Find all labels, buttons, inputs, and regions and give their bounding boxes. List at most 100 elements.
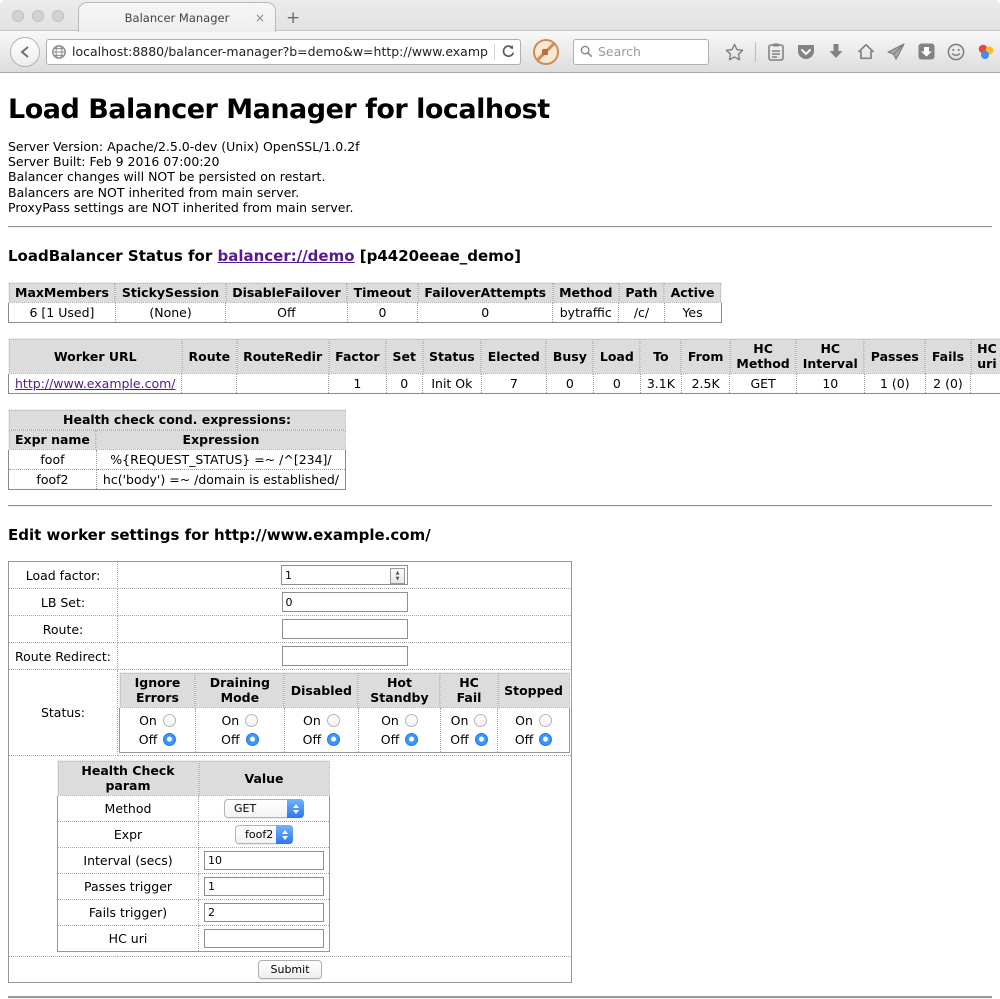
passes-input[interactable]	[204, 877, 324, 896]
select-arrows-icon	[287, 799, 304, 818]
on-label: On	[221, 711, 239, 730]
column-header: Expr name	[9, 430, 97, 450]
submit-button[interactable]: Submit	[258, 960, 321, 979]
column-header: Expression	[96, 430, 345, 450]
search-bar[interactable]: Search	[573, 39, 709, 65]
server-info: Server Version: Apache/2.5.0-dev (Unix) …	[8, 139, 992, 215]
pocket-icon[interactable]	[797, 42, 816, 61]
fails-cell	[199, 900, 330, 926]
radio-hc-fail-off[interactable]	[475, 733, 488, 746]
radio-draining-mode-off[interactable]	[246, 733, 259, 746]
hc-uri-input[interactable]	[204, 929, 324, 948]
interval-input[interactable]	[204, 851, 324, 870]
status-label: Status:	[9, 670, 118, 756]
column-header: Route	[182, 339, 237, 374]
fails-label: Fails trigger)	[58, 900, 199, 926]
off-label: Off	[450, 730, 468, 749]
form-row: Passes trigger	[58, 874, 330, 900]
table-cell: 2 (0)	[925, 374, 970, 394]
radio-ignore-errors-on[interactable]	[163, 714, 176, 727]
balancer-demo-link[interactable]: balancer://demo	[217, 247, 354, 265]
table-cell	[237, 374, 329, 394]
worker-url-link[interactable]: http://www.example.com/	[15, 376, 175, 391]
form-row: LB Set:	[9, 589, 572, 616]
notice-line: Balancers are NOT inherited from main se…	[8, 185, 992, 200]
form-row: Method GET	[58, 796, 330, 822]
feedback-smiley-icon[interactable]	[947, 42, 966, 61]
table-cell: 2.5K	[681, 374, 730, 394]
window-zoom-button[interactable]	[52, 10, 64, 22]
route-input[interactable]	[282, 619, 408, 639]
radio-stopped-on[interactable]	[539, 714, 552, 727]
radio-disabled-on[interactable]	[327, 714, 340, 727]
column-header: Draining Mode	[195, 673, 284, 708]
on-label: On	[139, 711, 157, 730]
load-factor-input[interactable]	[281, 565, 408, 585]
load-factor-cell: ▲▼	[118, 562, 572, 589]
on-label: On	[451, 711, 469, 730]
column-header: Value	[199, 761, 330, 796]
window-close-button[interactable]	[12, 10, 24, 22]
radio-hc-fail-on[interactable]	[474, 714, 487, 727]
fails-input[interactable]	[204, 903, 324, 922]
window-minimize-button[interactable]	[32, 10, 44, 22]
table-cell: 0	[347, 303, 418, 323]
search-placeholder[interactable]: Search	[598, 44, 641, 59]
extension-colored-dots-icon[interactable]	[977, 42, 996, 61]
site-identity-globe-icon[interactable]	[51, 44, 67, 60]
url-bar[interactable]: localhost:8880/balancer-manager?b=demo&w…	[46, 39, 521, 65]
reading-list-icon[interactable]	[767, 42, 786, 61]
column-header: Hot Standby	[358, 673, 440, 708]
send-tab-icon[interactable]	[887, 42, 906, 61]
column-header: HC Method	[730, 339, 796, 374]
load-factor-label: Load factor:	[9, 562, 118, 589]
passes-label: Passes trigger	[58, 874, 199, 900]
downloads-icon[interactable]	[827, 42, 846, 61]
tab-close-icon[interactable]: ×	[255, 11, 265, 25]
form-row: Expr foof2	[58, 822, 330, 848]
back-button[interactable]	[10, 37, 40, 67]
route-redirect-cell	[118, 643, 572, 670]
expr-label: Expr	[58, 822, 199, 848]
table-cell: Off	[226, 303, 347, 323]
content-blocker-icon[interactable]	[533, 39, 559, 65]
method-label: Method	[58, 796, 199, 822]
status-option-ignore-errors: On Off	[120, 708, 196, 753]
bookmark-star-icon[interactable]	[725, 42, 744, 61]
column-header: Busy	[546, 339, 593, 374]
reload-icon[interactable]	[501, 44, 516, 59]
edit-worker-heading: Edit worker settings for http://www.exam…	[8, 526, 992, 544]
off-label: Off	[139, 730, 157, 749]
lb-set-input[interactable]	[282, 592, 408, 612]
server-version-line: Server Version: Apache/2.5.0-dev (Unix) …	[8, 139, 992, 154]
radio-disabled-off[interactable]	[327, 733, 340, 746]
radio-draining-mode-on[interactable]	[245, 714, 258, 727]
radio-ignore-errors-off[interactable]	[163, 733, 176, 746]
column-header: Timeout	[347, 283, 418, 303]
new-tab-button[interactable]: +	[286, 8, 300, 28]
radio-stopped-off[interactable]	[539, 733, 552, 746]
method-select[interactable]: GET	[224, 799, 304, 818]
status-cell: Ignore Errors Draining Mode Disabled Hot…	[118, 670, 572, 756]
url-text[interactable]: localhost:8880/balancer-manager?b=demo&w…	[72, 44, 488, 59]
table-cell: (None)	[115, 303, 225, 323]
health-check-params-cell: Health Check param Value Method GET	[9, 756, 572, 957]
column-header: Path	[619, 283, 664, 303]
tab-balancer-manager[interactable]: Balancer Manager ×	[78, 2, 276, 32]
window-controls[interactable]	[12, 10, 64, 22]
table-cell: Yes	[664, 303, 721, 323]
interval-cell	[199, 848, 330, 874]
save-to-device-icon[interactable]	[917, 42, 936, 61]
column-header: Set	[386, 339, 422, 374]
form-row: Health Check param Value Method GET	[9, 756, 572, 957]
number-spinner[interactable]: ▲▼	[390, 568, 405, 584]
route-redirect-input[interactable]	[282, 646, 408, 666]
home-icon[interactable]	[857, 42, 876, 61]
table-cell: hc('body') =~ /domain is established/	[96, 470, 345, 490]
toolbar-separator	[755, 42, 756, 62]
expr-select[interactable]: foof2	[235, 825, 293, 844]
column-header: StickySession	[115, 283, 225, 303]
radio-hot-standby-on[interactable]	[405, 714, 418, 727]
status-option-draining-mode: On Off	[195, 708, 284, 753]
radio-hot-standby-off[interactable]	[405, 733, 418, 746]
